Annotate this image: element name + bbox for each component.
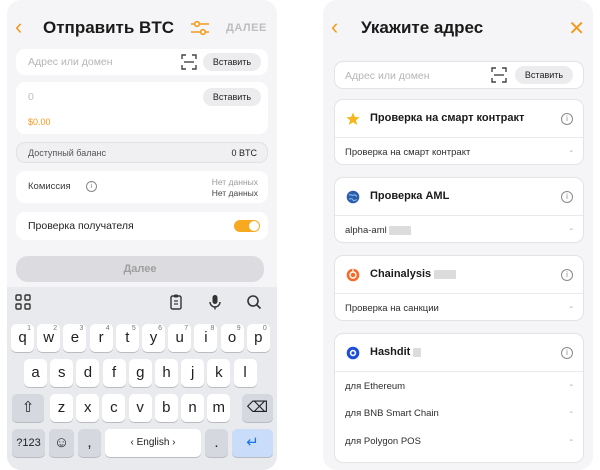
globe-icon [346,190,360,204]
address-input[interactable]: Адрес или домен Вставить [334,61,584,89]
key-k[interactable]: k [207,359,231,387]
recipient-check-toggle[interactable] [234,220,260,232]
key-r[interactable]: 4r [89,324,113,352]
clipboard-icon[interactable] [167,293,185,311]
paste-address-button[interactable]: Вставить [515,66,573,84]
keyboard: 1q2w3e4r5t6y7u8i9o0p asdfghjkl zxcvbnm ⇧… [7,287,277,470]
balance-label: Доступный баланс [28,148,106,158]
section-aml: Проверка AML i alpha-aml - [334,177,584,243]
apps-grid-icon[interactable] [14,293,32,311]
recipient-check-label: Проверка получателя [28,220,134,232]
paste-amount-button[interactable]: Вставить [203,88,261,106]
key-z[interactable]: z [50,394,73,422]
close-icon[interactable]: ✕ [568,16,585,41]
amount-card[interactable]: 0 Вставить $0.00 [16,82,268,134]
period-key[interactable]: . [205,429,228,457]
search-icon[interactable] [245,293,263,311]
key-a[interactable]: a [24,359,47,387]
space-key[interactable]: ‹ English › [105,429,201,457]
fee-info-icon[interactable]: i [86,181,97,192]
section-chainalysis: Chainalysis i Проверка на санкции - [334,255,584,321]
amount-input[interactable]: 0 [28,91,34,103]
recipient-check-row[interactable]: Проверка получателя [16,212,268,240]
fee-no-data-2: Нет данных [211,188,258,198]
shift-key[interactable]: ⇧ [12,394,44,422]
key-g[interactable]: g [128,359,152,387]
key-e[interactable]: 3e [63,324,87,352]
numbers-key[interactable]: ?123 [12,429,45,457]
key-q[interactable]: 1q [11,324,34,352]
scan-icon[interactable] [180,53,198,71]
key-c[interactable]: c [102,394,126,422]
scan-icon[interactable] [490,66,508,84]
key-o[interactable]: 9o [220,324,244,352]
address-placeholder: Адрес или домен [345,70,430,82]
section-title: Hashdit [370,346,411,358]
address-placeholder: Адрес или домен [28,56,113,68]
balance-row: Доступный баланс 0 BTC [16,142,268,163]
list-item: Проверка на санкции - [345,302,573,314]
key-s[interactable]: s [50,359,74,387]
enter-address-screen: ‹ Укажите адрес ✕ Адрес или домен Встави… [323,0,593,470]
submit-button[interactable]: Далее [16,256,264,282]
backspace-key[interactable]: ⌫ [242,394,273,422]
back-chevron-icon[interactable]: ‹ [331,16,347,38]
page-title: Отправить BTC [43,18,174,37]
section-title: Проверка на смарт контракт [370,112,525,124]
key-m[interactable]: m [207,394,231,422]
emoji-key[interactable]: ☺ [49,429,74,457]
header: ‹ Укажите адрес ✕ [323,10,593,46]
info-icon[interactable]: i [561,347,573,359]
key-w[interactable]: 2w [37,324,61,352]
sliders-icon[interactable] [190,20,210,36]
key-f[interactable]: f [102,359,126,387]
key-u[interactable]: 7u [168,324,192,352]
back-chevron-icon[interactable]: ‹ [15,16,31,38]
info-icon[interactable]: i [561,191,573,203]
page-title: Укажите адрес [361,18,484,37]
key-y[interactable]: 6y [142,324,165,352]
header: ‹ Отправить BTC ДАЛЕЕ [7,10,277,46]
fee-label: Комиссия [28,181,71,192]
key-h[interactable]: h [155,359,178,387]
fee-no-data-1: Нет данных [211,177,258,187]
list-item: для Polygon POS - [345,435,573,447]
section-title: Проверка AML [370,190,450,202]
section-title: Chainalysis [370,268,432,280]
address-input[interactable]: Адрес или домен Вставить [16,49,268,75]
key-v[interactable]: v [128,394,152,422]
key-i[interactable]: 8i [194,324,218,352]
enter-key[interactable]: ↵ [232,429,273,457]
comma-key[interactable]: , [78,429,101,457]
balance-value: 0 BTC [231,148,257,158]
next-button[interactable]: ДАЛЕЕ [226,22,267,34]
section-hashdit: Hashdit i для Ethereum - для BNB Smart C… [334,333,584,463]
list-item: для BNB Smart Chain - [345,407,573,419]
redacted-block [434,269,457,279]
key-x[interactable]: x [76,394,100,422]
chainalysis-icon [346,268,360,282]
send-btc-screen: ‹ Отправить BTC ДАЛЕЕ Адрес или домен Вс… [7,0,277,470]
section-smart-contract: Проверка на смарт контракт i Проверка на… [334,99,584,165]
info-icon[interactable]: i [561,269,573,281]
list-item: alpha-aml - [345,224,573,236]
fiat-amount: $0.00 [28,117,51,127]
hashdit-icon [346,346,360,360]
key-b[interactable]: b [154,394,178,422]
key-p[interactable]: 0p [246,324,270,352]
key-j[interactable]: j [181,359,205,387]
list-item: для Ethereum - [345,380,573,392]
key-n[interactable]: n [181,394,204,422]
key-l[interactable]: l [233,359,257,387]
microphone-icon[interactable] [206,293,224,311]
list-item: Проверка на смарт контракт - [345,146,573,158]
redacted-block [413,347,422,357]
paste-address-button[interactable]: Вставить [203,53,261,71]
fee-row[interactable]: Комиссия i Нет данных Нет данных [16,171,268,203]
key-d[interactable]: d [76,359,100,387]
star-icon [346,112,360,125]
info-icon[interactable]: i [561,113,573,125]
redacted-block [389,225,412,235]
key-t[interactable]: 5t [115,324,139,352]
